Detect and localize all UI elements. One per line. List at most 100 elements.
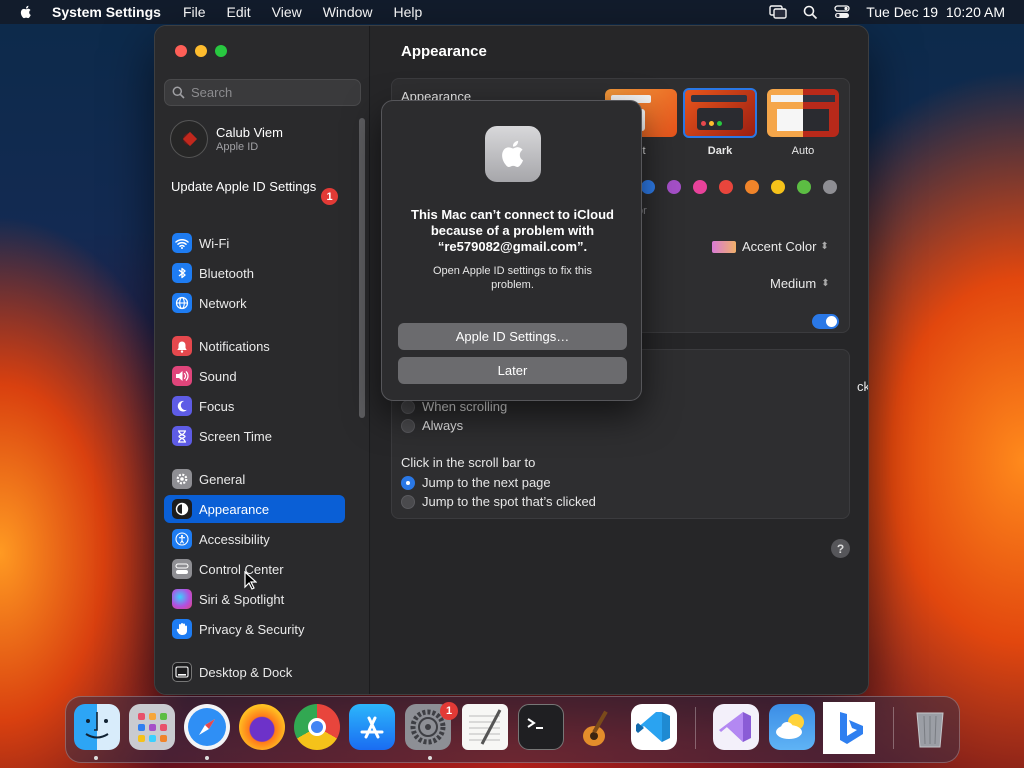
- accent-purple-swatch[interactable]: [667, 180, 681, 194]
- later-button[interactable]: Later: [398, 357, 627, 384]
- safari-icon[interactable]: [184, 704, 230, 750]
- sidebar-item-privacy-security[interactable]: Privacy & Security: [164, 615, 345, 643]
- sidebar-item-label: Privacy & Security: [199, 621, 305, 637]
- accent-orange-swatch[interactable]: [745, 180, 759, 194]
- sidebar-item-network[interactable]: Network: [164, 289, 345, 317]
- highlight-color-popup[interactable]: Accent Color ⬍: [712, 239, 829, 254]
- sidebar-item-label: Appearance: [199, 501, 270, 517]
- dock-separator: [695, 707, 696, 749]
- globe-icon: [172, 293, 192, 313]
- auto-mode-thumbnail[interactable]: [767, 89, 839, 137]
- spotlight-search-icon[interactable]: [803, 5, 818, 20]
- trash-icon[interactable]: [907, 704, 953, 750]
- sidebar-item-sound[interactable]: Sound: [164, 362, 345, 390]
- apple-menu-icon[interactable]: [18, 4, 34, 20]
- apple-id-account[interactable]: Calub Viem Apple ID: [170, 120, 283, 158]
- sidebar-item-wifi[interactable]: Wi-Fi: [164, 229, 345, 257]
- highlight-swatch: [712, 240, 736, 253]
- radio-label: Always: [422, 418, 464, 433]
- show-scroll-always[interactable]: Always: [401, 418, 463, 433]
- auto-mode-label: Auto: [791, 145, 815, 157]
- alert-message: Open Apple ID settings to fix this probl…: [433, 265, 592, 291]
- search-field[interactable]: [164, 79, 361, 106]
- sidebar-icon-size-value: Medium: [770, 276, 817, 291]
- screen-mirroring-icon[interactable]: [769, 5, 787, 19]
- sidebar-item-desktop-dock[interactable]: Desktop & Dock: [164, 658, 345, 686]
- accent-yellow-swatch[interactable]: [771, 180, 785, 194]
- close-button[interactable]: [175, 45, 187, 57]
- running-indicator: [205, 756, 209, 760]
- account-subtitle: Apple ID: [216, 141, 259, 153]
- dock-separator: [893, 707, 894, 749]
- sidebar-item-label: Bluetooth: [199, 265, 254, 281]
- apple-id-settings-button[interactable]: Apple ID Settings…: [398, 323, 627, 350]
- sidebar-item-focus[interactable]: Focus: [164, 392, 345, 420]
- search-input[interactable]: [191, 85, 351, 100]
- menu-app-name[interactable]: System Settings: [52, 4, 161, 20]
- visual-studio-icon[interactable]: [713, 704, 759, 750]
- menu-clock[interactable]: Tue Dec 19 10:20 AM: [866, 4, 1005, 20]
- speaker-icon: [172, 366, 192, 386]
- terminal-icon[interactable]: [518, 704, 564, 750]
- sidebar-item-accessibility[interactable]: Accessibility: [164, 525, 345, 553]
- minimize-button[interactable]: [195, 45, 207, 57]
- zoom-button[interactable]: [215, 45, 227, 57]
- highlight-color-value: Accent Color: [742, 239, 817, 254]
- control-center-icon: [172, 559, 192, 579]
- vscode-icon[interactable]: [631, 704, 677, 750]
- radio-button[interactable]: [401, 399, 415, 414]
- search-icon: [172, 86, 185, 99]
- sidebar-item-label: Accessibility: [199, 531, 270, 547]
- menu-edit[interactable]: Edit: [227, 4, 251, 20]
- sidebar-item-appearance[interactable]: Appearance: [164, 495, 345, 523]
- accent-green-swatch[interactable]: [797, 180, 811, 194]
- appearance-icon: [172, 499, 192, 519]
- menu-file[interactable]: File: [183, 4, 206, 20]
- garageband-icon[interactable]: [574, 704, 620, 750]
- accessibility-icon: [172, 529, 192, 549]
- chrome-icon[interactable]: [294, 704, 340, 750]
- wallpaper-tinting-toggle[interactable]: [812, 314, 839, 329]
- bing-icon[interactable]: [823, 702, 875, 754]
- sidebar-item-notifications[interactable]: Notifications: [164, 332, 345, 360]
- running-indicator: [428, 756, 432, 760]
- sidebar-item-bluetooth[interactable]: Bluetooth: [164, 259, 345, 287]
- sidebar-item-label: Siri & Spotlight: [199, 591, 285, 607]
- dark-mode-thumbnail[interactable]: [683, 88, 757, 138]
- icloud-alert-dialog: This Mac can’t connect to iCloud because…: [381, 100, 642, 401]
- accent-red-swatch[interactable]: [719, 180, 733, 194]
- menu-view[interactable]: View: [272, 4, 302, 20]
- accent-pink-swatch[interactable]: [693, 180, 707, 194]
- avatar: [170, 120, 208, 158]
- radio-button[interactable]: [401, 418, 415, 433]
- sidebar-item-label: Notifications: [199, 338, 270, 354]
- update-apple-id-settings[interactable]: Update Apple ID Settings: [171, 179, 341, 195]
- finder-icon[interactable]: [74, 704, 120, 750]
- accent-graphite-swatch[interactable]: [823, 180, 837, 194]
- control-center-icon[interactable]: [834, 5, 850, 19]
- sidebar-item-label: Network: [199, 295, 247, 311]
- click-jump-next-page[interactable]: Jump to the next page: [401, 475, 551, 490]
- gear-icon: [172, 469, 192, 489]
- show-scroll-when-scrolling[interactable]: When scrolling: [401, 399, 507, 414]
- sidebar-item-screen-time[interactable]: Screen Time: [164, 422, 345, 450]
- menu-help[interactable]: Help: [394, 4, 423, 20]
- sidebar-item-general[interactable]: General: [164, 465, 345, 493]
- app-store-icon[interactable]: [349, 704, 395, 750]
- firefox-icon[interactable]: [239, 704, 285, 750]
- click-jump-to-spot[interactable]: Jump to the spot that’s clicked: [401, 494, 596, 509]
- help-button[interactable]: ?: [831, 539, 850, 558]
- textedit-icon[interactable]: [462, 704, 508, 750]
- menu-window[interactable]: Window: [323, 4, 373, 20]
- sidebar-scrollbar[interactable]: [359, 118, 365, 418]
- system-settings-badge: 1: [440, 702, 458, 720]
- dock-icon: [172, 662, 192, 682]
- accent-blue-swatch[interactable]: [641, 180, 655, 194]
- radio-button-selected[interactable]: [401, 475, 415, 490]
- wifi-icon: [172, 233, 192, 253]
- sidebar-icon-size-popup[interactable]: Medium ⬍: [770, 276, 830, 291]
- sidebar-item-label: Sound: [199, 368, 237, 384]
- launchpad-icon[interactable]: [129, 704, 175, 750]
- radio-button[interactable]: [401, 494, 415, 509]
- weather-icon[interactable]: [769, 704, 815, 750]
